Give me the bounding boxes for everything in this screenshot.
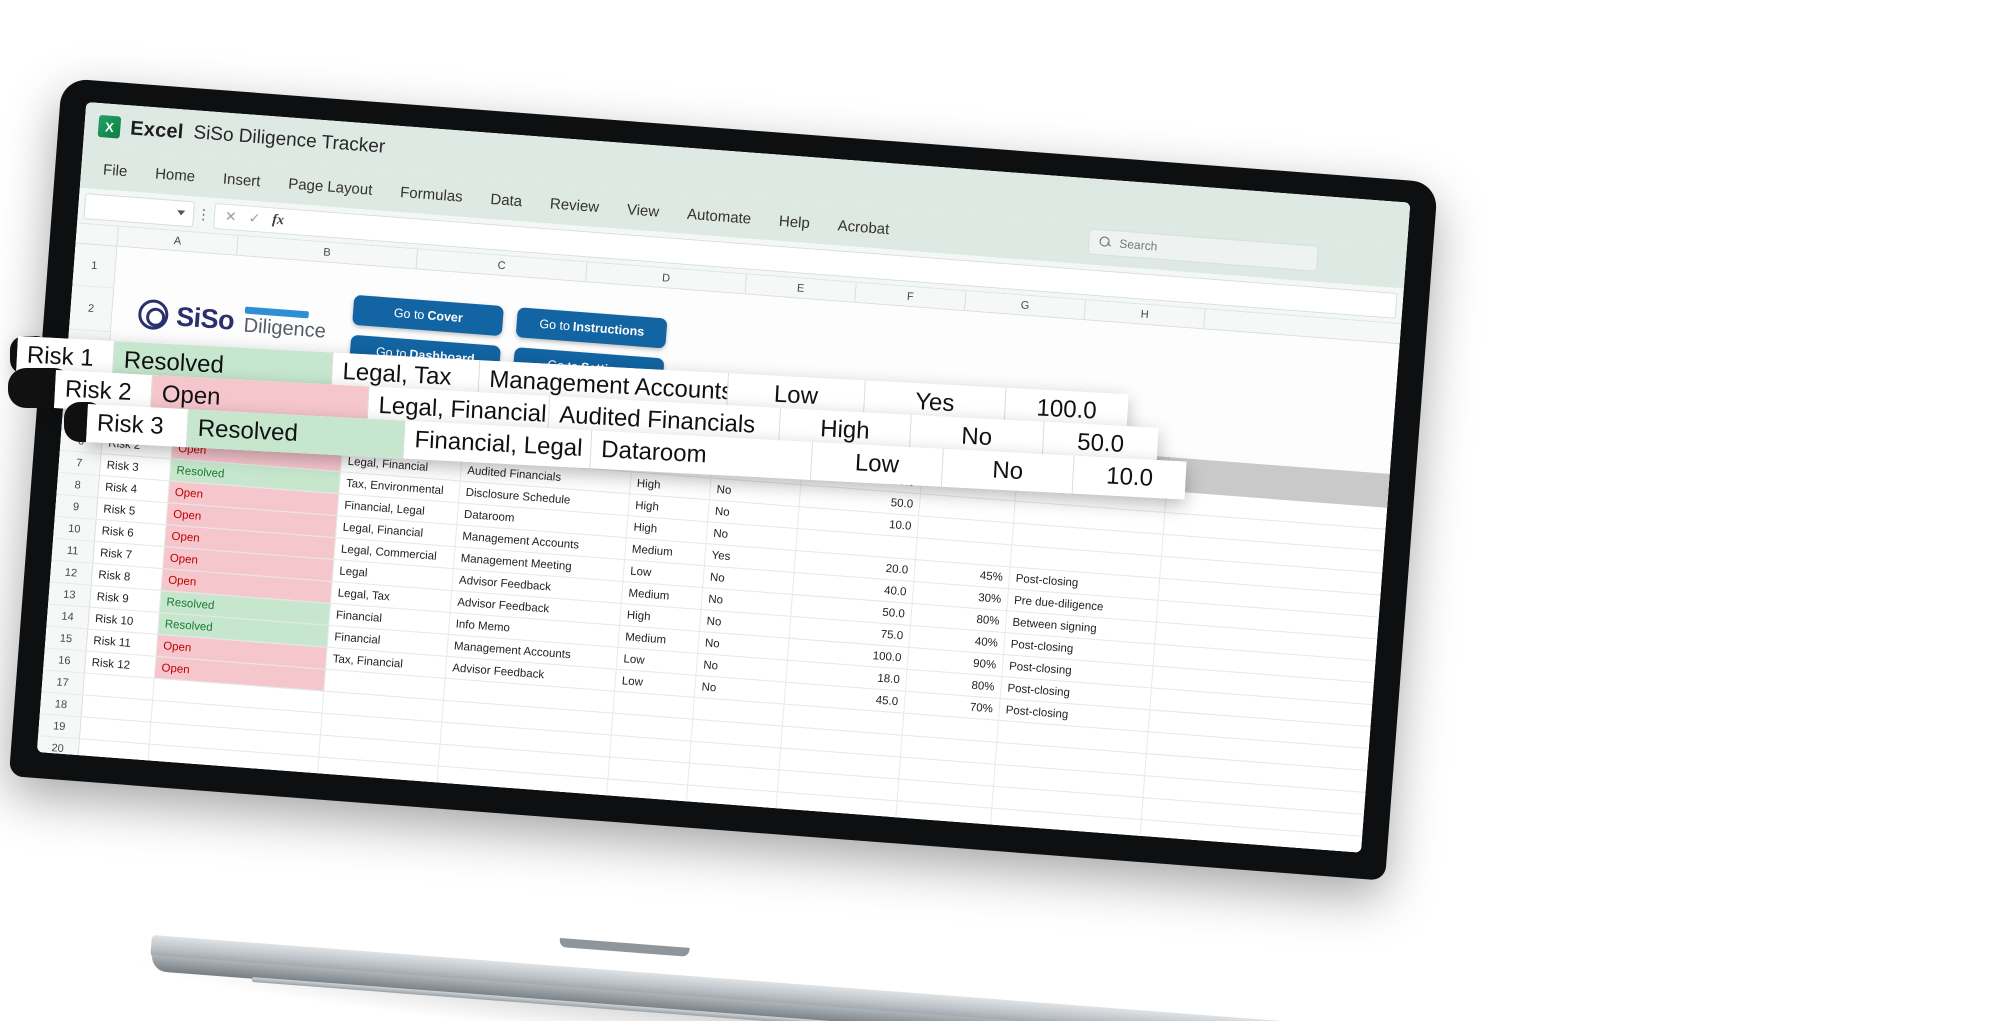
spreadsheet-grid: A B C D E F G H 1 2 SiSo Diligence Go to… — [36, 223, 1402, 853]
logo-sub: Diligence — [242, 314, 327, 343]
empty-cell[interactable] — [894, 823, 991, 852]
go-to-instructions-button[interactable]: Go to Instructions — [515, 307, 668, 349]
row-header[interactable]: 16 — [43, 648, 87, 673]
go-to-instructions-label: Instructions — [572, 319, 645, 339]
chevron-down-icon[interactable] — [176, 210, 186, 216]
tab-review[interactable]: Review — [549, 195, 599, 216]
go-to-cover-label: Cover — [426, 308, 464, 326]
callout-3-breaker: No — [941, 448, 1074, 494]
row-header[interactable]: 20 — [36, 736, 80, 761]
row-header[interactable]: 23 — [36, 801, 75, 827]
empty-cell[interactable] — [312, 823, 434, 853]
empty-cell[interactable] — [432, 832, 604, 853]
tab-view[interactable]: View — [626, 201, 659, 220]
row-header[interactable]: 12 — [49, 560, 94, 585]
tab-automate[interactable]: Automate — [686, 205, 751, 227]
laptop-screen: X Excel SiSo Diligence Tracker File Home… — [36, 101, 1411, 853]
app-name: Excel — [129, 116, 185, 143]
row-header[interactable]: 15 — [44, 626, 89, 651]
spiral-logo-icon — [137, 298, 170, 331]
row-header[interactable]: 19 — [38, 714, 82, 739]
row-header[interactable]: 14 — [46, 604, 90, 629]
select-all-corner[interactable] — [75, 223, 119, 246]
search-icon — [1099, 236, 1112, 249]
empty-cell[interactable] — [433, 810, 606, 845]
empty-cell[interactable] — [146, 766, 318, 801]
siso-logo: SiSo Diligence — [137, 298, 327, 343]
insert-function-icon[interactable]: fx — [272, 212, 285, 229]
row-header[interactable]: 22 — [36, 779, 77, 805]
document-title: SiSo Diligence Tracker — [192, 122, 386, 158]
row-header[interactable]: 21 — [36, 758, 79, 783]
row-header[interactable]: 25 — [36, 845, 72, 853]
empty-cell[interactable] — [605, 801, 687, 829]
empty-cell[interactable] — [76, 761, 149, 788]
excel-window: X Excel SiSo Diligence Tracker File Home… — [36, 101, 1411, 853]
empty-cell[interactable] — [143, 810, 315, 845]
tab-acrobat[interactable]: Acrobat — [837, 217, 890, 238]
empty-cell[interactable] — [310, 845, 433, 853]
empty-cell[interactable] — [772, 836, 895, 853]
empty-cell[interactable] — [601, 845, 684, 853]
go-to-cover-prefix: Go to — [393, 305, 425, 323]
row-header[interactable]: 11 — [51, 538, 95, 563]
tab-formulas[interactable]: Formulas — [400, 184, 464, 206]
row-header[interactable]: 10 — [53, 516, 97, 541]
row-header[interactable]: 8 — [56, 472, 100, 497]
excel-icon: X — [97, 114, 122, 139]
tab-page-layout[interactable]: Page Layout — [288, 175, 373, 198]
logo-name: SiSo — [175, 300, 236, 336]
callout-3-rating: Low — [811, 441, 943, 487]
tab-help[interactable]: Help — [778, 212, 810, 231]
empty-cell[interactable] — [141, 832, 313, 853]
tab-home[interactable]: Home — [155, 165, 196, 185]
laptop-lid: X Excel SiSo Diligence Tracker File Home… — [8, 78, 1439, 881]
go-to-instructions-prefix: Go to — [538, 316, 571, 334]
formula-controls: ✕ ✓ fx — [213, 202, 295, 235]
laptop-base-notch — [559, 938, 690, 957]
empty-cell[interactable] — [144, 788, 316, 823]
logo-sub-wrap: Diligence — [243, 306, 327, 343]
cancel-icon[interactable]: ✕ — [224, 208, 237, 226]
empty-cell[interactable] — [74, 783, 147, 810]
row-header[interactable]: 9 — [54, 494, 99, 519]
empty-cell[interactable] — [681, 851, 773, 853]
empty-cell[interactable] — [683, 829, 775, 853]
row-header[interactable]: 13 — [48, 582, 92, 607]
laptop-mockup: X Excel SiSo Diligence Tracker File Home… — [0, 0, 2000, 1021]
screenshot-root: X Excel SiSo Diligence Tracker File Home… — [0, 0, 2000, 1021]
empty-cell[interactable] — [684, 807, 777, 836]
more-options-icon[interactable]: ⋮ — [193, 205, 214, 223]
row-header[interactable]: 7 — [58, 450, 102, 476]
grid-rows: 1 2 3 — [36, 243, 1400, 853]
empty-cell[interactable] — [69, 848, 142, 853]
empty-row[interactable]: 25 — [36, 845, 1354, 853]
empty-cell[interactable] — [315, 779, 438, 810]
callout-3-name: Risk 3 — [86, 404, 188, 448]
search-placeholder: Search — [1118, 236, 1158, 254]
laptop-bezel: X Excel SiSo Diligence Tracker File Home… — [36, 101, 1411, 853]
empty-cell[interactable] — [73, 805, 145, 832]
empty-cell[interactable] — [71, 827, 144, 853]
row-header[interactable]: 17 — [41, 670, 85, 695]
tab-insert[interactable]: Insert — [222, 170, 261, 190]
row-header[interactable]: 18 — [39, 692, 84, 717]
empty-cell[interactable] — [78, 739, 150, 766]
row-header[interactable]: 24 — [36, 823, 74, 848]
empty-cell[interactable] — [774, 814, 896, 845]
row-header-2[interactable]: 2 — [69, 285, 115, 332]
empty-cell[interactable] — [892, 845, 989, 853]
confirm-icon[interactable]: ✓ — [248, 210, 261, 228]
tab-data[interactable]: Data — [490, 190, 523, 209]
empty-cell[interactable] — [435, 788, 607, 823]
name-box[interactable] — [83, 192, 196, 227]
row-header-1[interactable]: 1 — [72, 243, 118, 288]
empty-cell[interactable] — [314, 801, 436, 832]
callout-3-var: 10.0 — [1072, 455, 1187, 500]
tab-file[interactable]: File — [103, 161, 128, 180]
go-to-cover-button[interactable]: Go to Cover — [352, 294, 505, 337]
empty-cell[interactable] — [603, 823, 685, 851]
